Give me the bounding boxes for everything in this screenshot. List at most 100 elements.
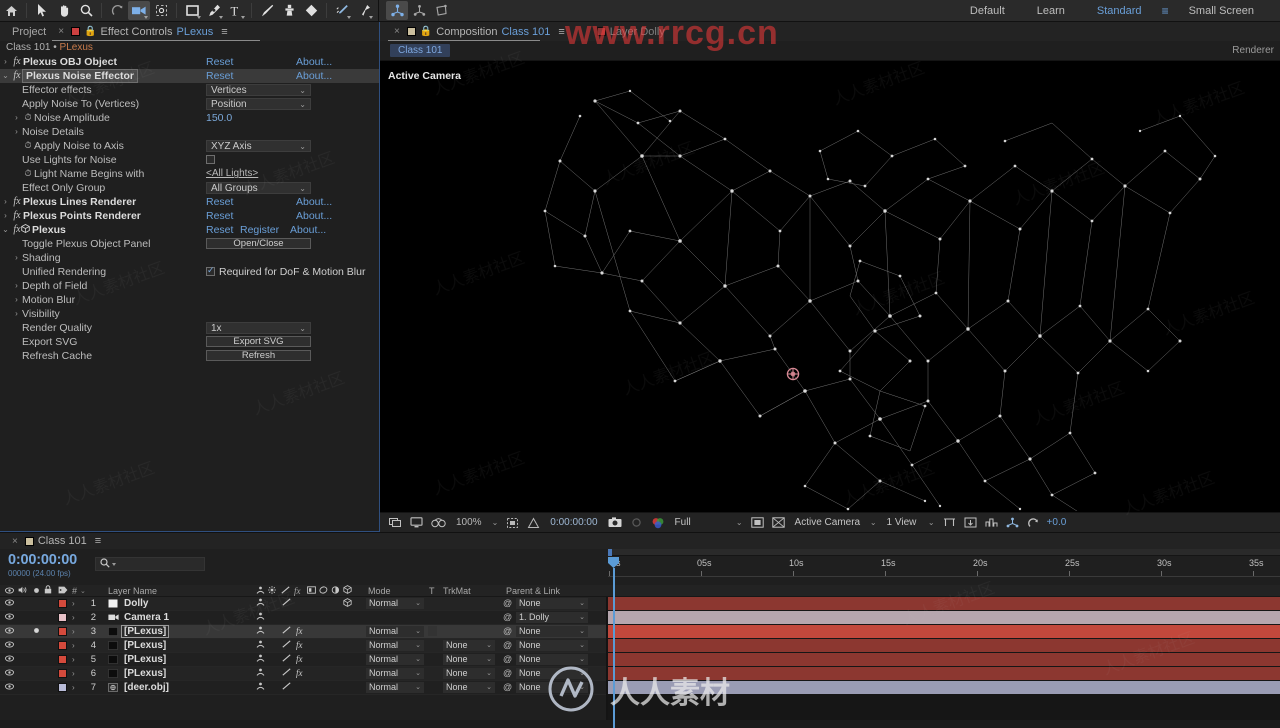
reset-button[interactable]: Reset [206,224,233,236]
export-svg-button[interactable]: Export SVG [206,336,311,347]
workspace-standard[interactable]: Standard [1081,0,1158,22]
selection-tool-icon[interactable] [31,1,53,20]
parent-pickwhip-icon[interactable]: @ [503,612,512,622]
about-button[interactable]: About... [296,56,332,68]
reset-button[interactable]: Reset [206,210,233,222]
panel-menu-icon[interactable]: ≡ [95,535,101,547]
parent-switch-icon[interactable] [256,598,265,608]
lock-icon[interactable]: 🔒 [420,26,432,37]
blend-mode-dropdown[interactable]: Normal ⌄ [366,667,424,679]
disclosure-arrow-icon[interactable]: › [0,57,11,66]
view-layout-dropdown[interactable]: 1 View ⌄ [881,517,939,528]
layer-name[interactable]: [PLexus] [124,668,166,679]
blend-mode-dropdown[interactable]: Normal ⌄ [366,639,424,651]
property-group-visibility[interactable]: › Visibility [0,307,379,321]
label-color-swatch[interactable] [58,612,67,622]
parent-pickwhip-icon[interactable]: @ [503,654,512,664]
parent-dropdown[interactable]: None ⌄ [516,625,588,637]
parent-switch-icon[interactable] [256,682,265,692]
always-preview-icon[interactable] [385,513,406,533]
camera-view-dropdown[interactable]: Active Camera ⌄ [789,517,881,528]
3d-layer-switch-icon[interactable] [343,598,352,609]
pixel-aspect-correction-icon[interactable] [939,513,960,533]
workspace-learn[interactable]: Learn [1021,0,1081,22]
search-field[interactable] [118,559,235,569]
layer-name[interactable]: [PLexus] [124,654,166,665]
effect-only-group-dropdown[interactable]: All Groups ⌄ [206,182,311,194]
blend-mode-dropdown[interactable]: Normal ⌄ [366,653,424,665]
visibility-toggle[interactable] [5,612,14,622]
puppet-pin-tool-icon[interactable] [353,1,375,20]
layer-name[interactable]: Dolly [124,598,148,609]
zoom-tool-icon[interactable] [75,1,97,20]
snapshot-icon[interactable] [604,513,626,533]
disclosure-arrow-icon[interactable]: › [72,683,75,692]
current-time-display[interactable]: 0:00:00:00 00000 (24.00 fps) [0,549,95,585]
orbit-camera-tool-icon[interactable] [408,1,430,20]
visibility-toggle[interactable] [5,640,14,650]
label-color-swatch[interactable] [58,682,67,692]
parent-dropdown[interactable]: None ⌄ [516,639,588,651]
lock-icon[interactable]: 🔒 [84,26,96,37]
disclosure-arrow-icon[interactable]: › [11,295,22,304]
layer-name[interactable]: [PLexus] [120,624,170,638]
toggle-guides-icon[interactable] [768,513,789,533]
visibility-toggle[interactable] [5,668,14,678]
fx-switch-icon[interactable]: fx [296,626,303,636]
track-matte-dropdown[interactable]: None ⌄ [443,681,495,693]
clone-stamp-tool-icon[interactable] [278,1,300,20]
parent-switch-icon[interactable] [256,626,265,636]
table-row[interactable]: › 4 [PLexus] fx Normal ⌄ None ⌄ @ None ⌄ [0,639,606,653]
viewer-timecode[interactable]: 0:00:00:00 [544,517,603,528]
parent-dropdown[interactable]: None ⌄ [516,597,588,609]
label-color-swatch[interactable] [58,626,67,636]
layer-bar[interactable] [608,667,1280,680]
table-row[interactable]: › 2 Camera 1 @ 1. Dolly ⌄ [0,611,606,625]
resolution-dropdown[interactable]: Full ⌄ [669,517,747,528]
hamburger-menu-icon[interactable]: ≡ [1158,4,1173,18]
layer-bar[interactable] [608,653,1280,666]
layer-bar[interactable] [608,625,1280,638]
3d-reference-axes-icon[interactable] [1002,513,1023,533]
work-area-start-handle[interactable] [608,549,612,556]
visibility-toggle[interactable] [5,682,14,692]
current-time-indicator[interactable] [608,557,619,728]
search-input[interactable] [95,557,235,571]
stopwatch-icon[interactable]: ⏱ [22,112,34,123]
use-lights-for-noise-checkbox[interactable] [206,155,215,164]
noise-amplitude-value[interactable]: 150.0 [206,112,232,124]
disclosure-arrow-icon[interactable]: › [11,113,22,122]
light-name-value[interactable]: <All Lights> [206,168,258,179]
effect-header-plexus-obj-object[interactable]: › fx Plexus OBJ Object Reset About... [0,55,379,69]
visibility-toggle[interactable] [5,654,14,664]
label-color-swatch[interactable] [58,668,67,678]
table-row[interactable]: › 1 Dolly Normal ⌄ @ None ⌄ [0,597,606,611]
property-group-noise-details[interactable]: › Noise Details [0,125,379,139]
panel-menu-icon[interactable]: ≡ [558,26,564,38]
exposure-value[interactable]: +0.0 [1043,517,1067,528]
effects-switch-icon[interactable] [282,682,291,692]
disclosure-arrow-icon[interactable]: › [72,669,75,678]
table-row[interactable]: › 7 [deer.obj] Normal ⌄ None ⌄ @ None ⌄ [0,681,606,695]
track-camera-tool-icon[interactable] [430,1,452,20]
tab-composition-class101[interactable]: × 🔒 Composition Class 101 ≡ [388,22,571,41]
refresh-button[interactable]: Refresh [206,350,311,361]
effect-header-plexus[interactable]: ⌄ fx Plexus Reset Register About... [0,223,379,237]
unified-rendering-checkbox[interactable] [206,265,215,276]
parent-dropdown[interactable]: None ⌄ [516,667,588,679]
close-icon[interactable]: × [12,536,18,547]
close-icon[interactable]: × [394,26,400,37]
parent-pickwhip-icon[interactable]: @ [503,668,512,678]
parent-switch-icon[interactable] [256,654,265,664]
camera-tool-icon[interactable] [128,1,150,20]
label-color-swatch[interactable] [58,598,67,608]
comp-nav-chip[interactable]: Class 101 [390,44,451,57]
parent-dropdown[interactable]: None ⌄ [516,681,588,693]
track-matte-dropdown[interactable]: None ⌄ [443,667,495,679]
layer-bar[interactable] [608,639,1280,652]
renderer-label[interactable]: Renderer [1232,45,1274,56]
roto-brush-tool-icon[interactable] [331,1,353,20]
shape-tool-icon[interactable] [181,1,203,20]
pixel-aspect-icon[interactable] [406,513,427,533]
disclosure-arrow-icon[interactable]: › [72,627,75,636]
